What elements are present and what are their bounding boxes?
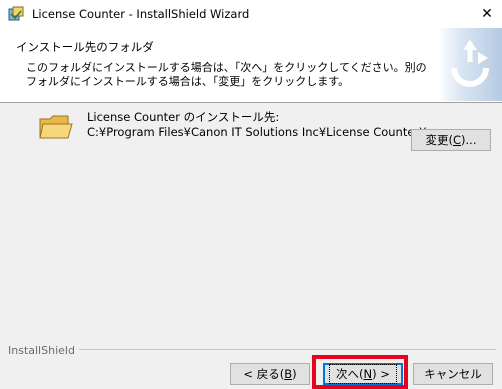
change-button[interactable]: 変更(C)... — [411, 129, 491, 151]
installshield-brand: InstallShield — [8, 344, 79, 357]
window-title: License Counter - InstallShield Wizard — [32, 7, 250, 21]
back-button-label: < 戻る(B) — [243, 367, 297, 381]
close-icon: ✕ — [481, 6, 493, 22]
installer-icon — [8, 6, 24, 22]
content-area: License Counter のインストール先: C:¥Program Fil… — [0, 103, 502, 353]
destination-label: License Counter のインストール先: — [87, 110, 280, 124]
next-button-label: 次へ(N) > — [329, 364, 397, 384]
page-title: インストール先のフォルダ — [16, 40, 154, 54]
destination-path: C:¥Program Files¥Canon IT Solutions Inc¥… — [87, 125, 427, 139]
footer-divider — [8, 349, 496, 350]
installer-window: License Counter - InstallShield Wizard ✕… — [0, 0, 502, 389]
close-button[interactable]: ✕ — [472, 0, 502, 28]
wizard-header: インストール先のフォルダ このフォルダにインストールする場合は、「次へ」をクリッ… — [0, 28, 502, 103]
folder-icon — [38, 113, 74, 141]
page-description: このフォルダにインストールする場合は、「次へ」をクリックしてください。別のフォル… — [26, 61, 427, 88]
title-bar: License Counter - InstallShield Wizard ✕ — [0, 0, 502, 28]
change-button-label: 変更(C)... — [425, 133, 477, 147]
cancel-button[interactable]: キャンセル — [413, 363, 493, 385]
back-button[interactable]: < 戻る(B) — [230, 363, 310, 385]
installshield-logo-icon — [438, 28, 502, 101]
next-button[interactable]: 次へ(N) > — [323, 363, 403, 385]
